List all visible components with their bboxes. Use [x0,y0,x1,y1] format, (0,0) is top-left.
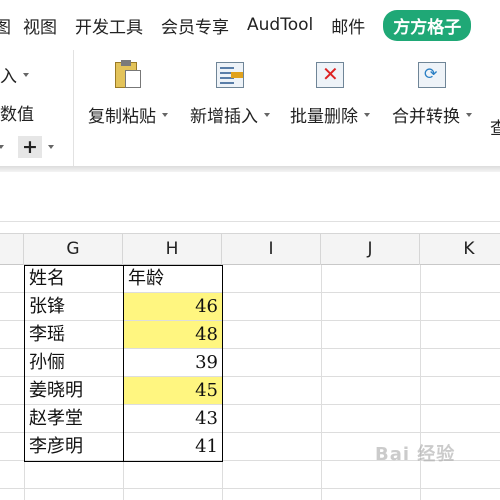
column-header-h[interactable]: H [123,234,222,265]
menu-item-audtool[interactable]: AudTool [247,15,313,35]
ribbon-left-item-1-label: 入 [0,67,17,87]
menu-item-member[interactable]: 会员专享 [161,13,229,38]
menu-item-fangfang-gezi[interactable]: 方方格子 [383,9,472,41]
merge-convert-button[interactable]: ⟳ 合并转换 [392,60,472,127]
plus-icon[interactable]: + [18,136,42,158]
ribbon: 入 数值 + 复制粘贴 新增插入 ✕ 批量删除 ⟳ 合并转换 查 [0,50,500,168]
column-header-g[interactable]: G [24,234,123,265]
column-header-j[interactable]: J [321,234,420,265]
merge-convert-icon: ⟳ [417,60,447,90]
column-header-partial[interactable] [0,234,24,265]
spreadsheet-window: 图 视图 开发工具 会员专享 AudTool 邮件 方方格子 入 数值 + 复制… [0,0,500,500]
add-insert-label: 新增插入 [190,107,258,127]
table-header-age[interactable]: 年龄 [124,265,222,293]
watermark: Bai 经验 [375,444,456,465]
paste-icon [113,60,143,90]
ribbon-left-item-1[interactable]: 入 [0,62,29,87]
ribbon-left-item-2-label: 数值 [0,105,34,125]
table-row-name[interactable]: 赵孝堂 [25,405,123,433]
menu-item-developer-tools[interactable]: 开发工具 [75,13,143,38]
table-row-age[interactable]: 43 [124,405,222,433]
table-row-name[interactable]: 李彦明 [25,433,123,461]
chevron-down-icon [162,112,168,117]
merge-convert-label: 合并转换 [392,107,460,127]
table-row-age[interactable]: 39 [124,349,222,377]
chevron-down-icon [23,72,29,77]
table-row-age[interactable]: 41 [124,433,222,461]
chevron-down-icon [364,112,370,117]
add-insert-button[interactable]: 新增插入 [190,60,270,127]
ribbon-left-group: 入 数值 + [0,50,74,168]
column-header-row: G H I J K [0,233,500,265]
copy-paste-button[interactable]: 复制粘贴 [88,60,168,127]
chevron-down-icon[interactable] [0,145,4,149]
delete-icon: ✕ [315,60,345,90]
menu-item-view[interactable]: 视图 [23,13,57,38]
chevron-down-icon [264,112,270,117]
menu-item-mail[interactable]: 邮件 [331,13,365,38]
chevron-down-icon[interactable] [48,145,54,149]
overflow-tool-label: 查 [490,119,500,139]
chevron-down-icon [466,112,472,117]
table-row-name[interactable]: 孙俪 [25,349,123,377]
table-row-age[interactable]: 48 [124,321,222,348]
batch-delete-button[interactable]: ✕ 批量删除 [290,60,370,127]
ribbon-left-item-3[interactable]: + [0,136,54,158]
overflow-tool-button[interactable]: 查 [490,60,500,139]
ribbon-left-item-2[interactable]: 数值 [0,100,34,125]
table-row-age[interactable]: 45 [124,377,222,404]
table-row-name[interactable]: 姜晓明 [25,377,123,405]
menu-item-cut[interactable]: 图 [0,13,11,38]
copy-paste-label: 复制粘贴 [88,107,156,127]
column-header-k[interactable]: K [420,234,500,265]
batch-delete-label: 批量删除 [290,107,358,127]
table-row-name[interactable]: 李瑶 [25,321,123,349]
menu-bar: 图 视图 开发工具 会员专享 AudTool 邮件 方方格子 [0,0,500,50]
column-header-i[interactable]: I [222,234,321,265]
table-row-name[interactable]: 张锋 [25,293,123,321]
insert-icon [215,60,245,90]
table-header-name[interactable]: 姓名 [25,265,123,293]
formula-bar[interactable] [0,172,500,222]
table-row-age[interactable]: 46 [124,293,222,320]
